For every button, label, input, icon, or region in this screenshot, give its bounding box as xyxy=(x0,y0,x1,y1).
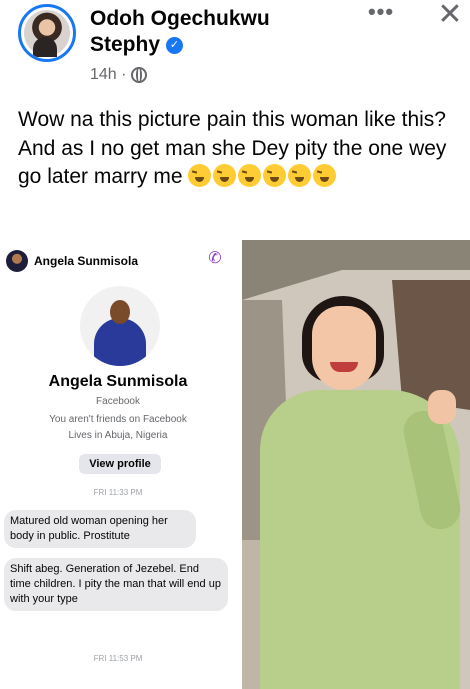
chat-contact-name: Angela Sunmisola xyxy=(34,254,139,268)
message-timestamp: FRI 11:33 PM xyxy=(93,488,143,497)
phone-icon: ✆ xyxy=(208,250,222,267)
post-text: Wow na this picture pain this woman like… xyxy=(18,106,463,192)
message-bubble: Shift abeg. Generation of Jezebel. End t… xyxy=(4,558,228,611)
close-icon[interactable]: ✕ xyxy=(434,0,466,32)
weary-face-emoji-icon xyxy=(188,164,212,187)
avatar-photo-body xyxy=(33,37,57,57)
view-profile-button: View profile xyxy=(79,454,161,474)
author-name[interactable]: Odoh Ogechukwu xyxy=(90,6,270,32)
post-time[interactable]: 14h · xyxy=(90,66,126,84)
profile-picture-head xyxy=(110,300,130,324)
profile-location: Lives in Abuja, Nigeria xyxy=(68,430,168,441)
message-timestamp: FRI 11:53 PM xyxy=(93,654,143,663)
profile-picture xyxy=(80,286,160,366)
post-text-line1: Wow na this picture pain this woman like… xyxy=(18,108,446,131)
chat-header: Angela Sunmisola ✆ xyxy=(0,240,233,280)
profile-platform: Facebook xyxy=(96,396,140,407)
weary-face-emoji-icon xyxy=(238,164,262,187)
author-name-line2[interactable]: Stephy ✓ xyxy=(90,32,184,58)
globe-icon xyxy=(131,67,148,83)
profile-picture-body xyxy=(94,318,146,366)
verified-badge-icon: ✓ xyxy=(166,36,184,54)
weary-face-emoji-icon xyxy=(213,164,237,187)
message-bubble: Matured old woman opening her body in pu… xyxy=(4,510,196,548)
profile-friend-status: You aren't friends on Facebook xyxy=(49,414,187,425)
weary-face-emoji-icon xyxy=(288,164,312,187)
post-meta: 14h · xyxy=(90,66,148,84)
woman-in-car-photo[interactable] xyxy=(242,240,470,689)
post-text-line2: And as I no get man she Dey pity the one… xyxy=(18,135,463,192)
emoji-row xyxy=(188,163,338,192)
weary-face-emoji-icon xyxy=(313,164,337,187)
profile-name: Angela Sunmisola xyxy=(48,373,188,390)
chat-avatar xyxy=(6,250,28,272)
weary-face-emoji-icon xyxy=(263,164,287,187)
author-name-second[interactable]: Stephy xyxy=(90,32,160,58)
author-avatar[interactable] xyxy=(18,4,76,62)
post-header: Odoh Ogechukwu Stephy ✓ 14h · ••• ✕ xyxy=(0,0,470,100)
more-options-icon[interactable]: ••• xyxy=(366,0,396,30)
person-face xyxy=(312,306,376,390)
chat-screenshot-image[interactable]: Angela Sunmisola ✆ Angela Sunmisola Face… xyxy=(0,240,236,689)
person-hand xyxy=(428,390,456,424)
